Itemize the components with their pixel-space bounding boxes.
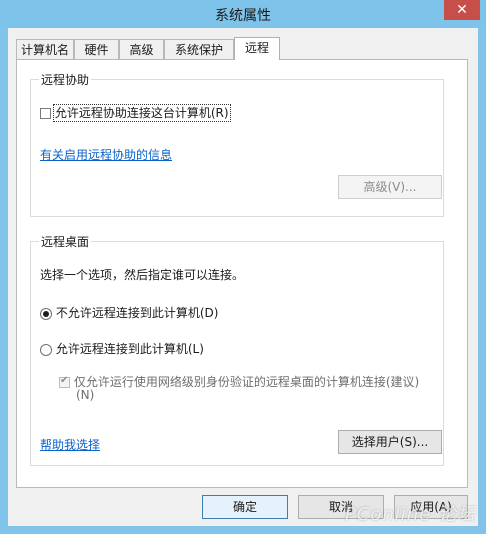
- nla-label-continued: (N): [76, 388, 95, 402]
- allow-remote-connections-option[interactable]: 允许远程连接到此计算机(L): [40, 340, 204, 357]
- pconline-watermark: PConline 论坛: [344, 504, 476, 525]
- close-icon: ✕: [456, 2, 468, 18]
- remote-assistance-group: 远程协助 允许远程协助连接这台计算机(R) 有关启用远程协助的信息 高级(V).…: [30, 71, 444, 217]
- deny-remote-connections-label: 不允许远程连接到此计算机(D): [55, 306, 219, 320]
- remote-assistance-title: 远程协助: [39, 71, 92, 88]
- help-me-choose-link[interactable]: 帮助我选择: [40, 436, 100, 453]
- allow-remote-assistance-checkbox[interactable]: [40, 108, 51, 119]
- remote-desktop-instruction: 选择一个选项，然后指定谁可以连接。: [40, 268, 245, 282]
- system-properties-window: 系统属性 ✕ 计算机名 硬件 高级 系统保护 远程 远程协助 允许远程协助连接这…: [0, 0, 486, 534]
- tab-remote[interactable]: 远程: [234, 37, 280, 60]
- ok-button[interactable]: 确定: [202, 495, 288, 519]
- allow-remote-assistance-label: 允许远程协助连接这台计算机(R): [52, 104, 231, 122]
- select-users-button[interactable]: 选择用户(S)...: [338, 430, 442, 454]
- nla-label: 仅允许运行使用网络级别身份验证的远程桌面的计算机连接(建议): [73, 375, 420, 389]
- nla-option[interactable]: 仅允许运行使用网络级别身份验证的远程桌面的计算机连接(建议): [59, 373, 419, 390]
- remote-assistance-info-link[interactable]: 有关启用远程协助的信息: [40, 146, 172, 163]
- nla-checkbox[interactable]: [59, 375, 70, 388]
- tab-advanced[interactable]: 高级: [119, 39, 164, 59]
- allow-remote-connections-radio[interactable]: [40, 343, 52, 356]
- remote-desktop-group: 远程桌面 选择一个选项，然后指定谁可以连接。 不允许远程连接到此计算机(D) 允…: [30, 233, 444, 466]
- deny-remote-connections-radio[interactable]: [40, 307, 52, 320]
- title-bar[interactable]: 系统属性 ✕: [0, 0, 486, 28]
- tab-hardware[interactable]: 硬件: [74, 39, 119, 59]
- allow-remote-connections-label: 允许远程连接到此计算机(L): [55, 342, 204, 356]
- remote-tab-panel: 远程协助 允许远程协助连接这台计算机(R) 有关启用远程协助的信息 高级(V).…: [16, 59, 468, 488]
- remote-assistance-advanced-button[interactable]: 高级(V)...: [338, 175, 442, 199]
- close-button[interactable]: ✕: [444, 0, 480, 20]
- tab-computer-name[interactable]: 计算机名: [16, 39, 74, 59]
- deny-remote-connections-option[interactable]: 不允许远程连接到此计算机(D): [40, 304, 218, 321]
- remote-desktop-title: 远程桌面: [39, 233, 92, 250]
- tab-system-protection[interactable]: 系统保护: [164, 39, 234, 59]
- allow-remote-assistance-option[interactable]: 允许远程协助连接这台计算机(R): [40, 104, 231, 122]
- dialog-body: 计算机名 硬件 高级 系统保护 远程 远程协助 允许远程协助连接这台计算机(R)…: [8, 28, 478, 526]
- window-title: 系统属性: [215, 8, 271, 24]
